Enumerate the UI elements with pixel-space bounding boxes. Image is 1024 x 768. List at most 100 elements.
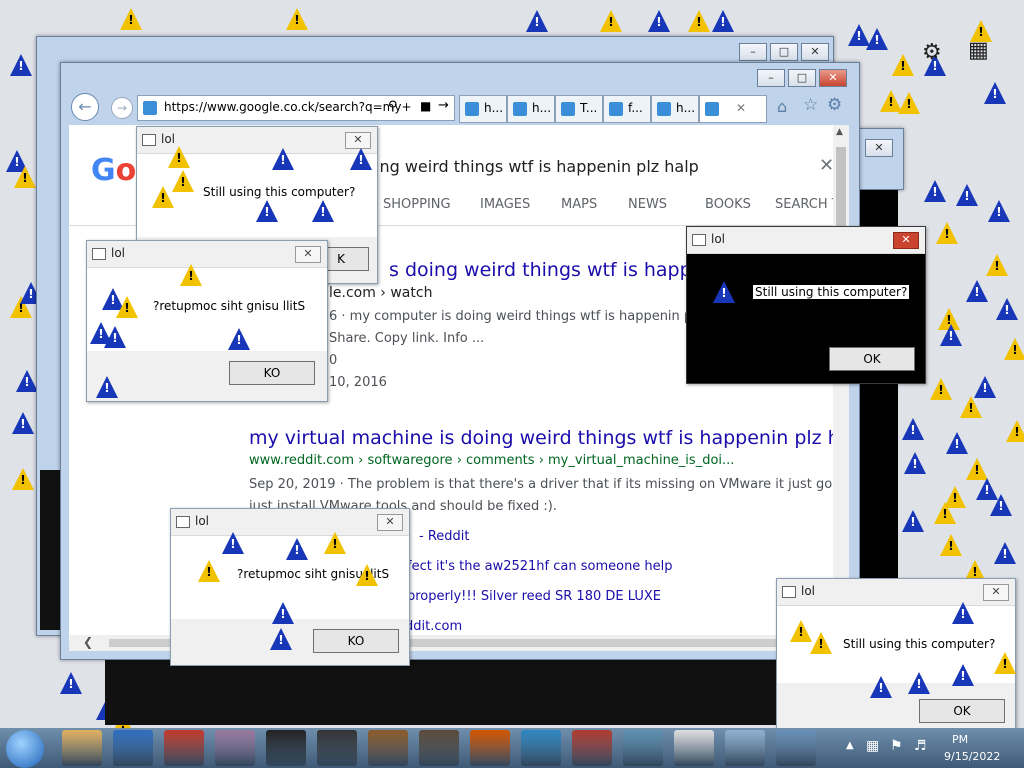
gear-icon[interactable]: ⚙ <box>922 40 942 65</box>
maximize-button[interactable]: □ <box>788 69 816 87</box>
tab[interactable]: f... <box>603 95 651 123</box>
warning-icon: ! <box>974 376 996 398</box>
ok-button[interactable]: KO <box>229 361 315 385</box>
tab-news[interactable]: NEWS <box>628 197 667 212</box>
result-title[interactable]: s doing weird things wtf is happenin <box>389 259 733 281</box>
result-date: 10, 2016 <box>329 375 387 390</box>
message-dialog-dark: lol ✕ ! Still using this computer? OK <box>686 226 926 384</box>
calculator3-taskbar-icon[interactable] <box>776 730 816 766</box>
control-panel-taskbar-icon[interactable] <box>623 730 663 766</box>
result-snippet: Sep 20, 2019 · The problem is that there… <box>249 477 833 492</box>
warning-icon: ! <box>908 672 930 694</box>
warning-icon: ! <box>272 148 294 170</box>
show-hidden-icons-arrow[interactable]: ▲ <box>846 740 854 751</box>
minimize-button[interactable]: – <box>739 43 767 61</box>
dialog-title: lol <box>801 584 816 598</box>
warning-icon: ! <box>168 146 190 168</box>
7zip-taskbar-icon[interactable] <box>266 730 306 766</box>
start-button[interactable] <box>6 730 44 768</box>
window-app-icon <box>142 134 156 146</box>
tab-maps[interactable]: MAPS <box>561 197 597 212</box>
media-player-taskbar-icon[interactable] <box>113 730 153 766</box>
close-button[interactable]: ✕ <box>865 139 893 157</box>
result-url: le.com › watch <box>329 285 433 301</box>
related-link[interactable]: - Reddit <box>419 529 469 544</box>
tab-images[interactable]: IMAGES <box>480 197 530 212</box>
result-title[interactable]: my virtual machine is doing weird things… <box>249 427 833 449</box>
dialog-message: Still using this computer? <box>203 185 356 199</box>
dialog-close-button[interactable]: ✕ <box>377 514 403 531</box>
ok-button[interactable]: KO <box>313 629 399 653</box>
flag-icon[interactable]: ⚑ <box>890 738 903 754</box>
ie-taskbar-icon[interactable] <box>521 730 561 766</box>
calculator2-taskbar-icon[interactable] <box>725 730 765 766</box>
ok-button[interactable]: OK <box>829 347 915 371</box>
tab-shopping[interactable]: SHOPPING <box>383 197 451 212</box>
chrome-taskbar-icon[interactable] <box>164 730 204 766</box>
dialog-close-button[interactable]: ✕ <box>345 132 371 149</box>
tab[interactable]: h... <box>651 95 699 123</box>
tab-close-icon[interactable]: ✕ <box>736 96 746 121</box>
warning-icon: ! <box>988 200 1010 222</box>
tab-books[interactable]: BOOKS <box>705 197 751 212</box>
minimize-button[interactable]: – <box>757 69 785 87</box>
search-query[interactable]: ing weird things wtf is happenin plz hal… <box>375 157 699 176</box>
scroll-left-arrow[interactable]: ❮ <box>83 635 93 649</box>
warning-icon: ! <box>12 468 34 490</box>
address-bar[interactable]: https://www.google.co.ck/search?q=my+ ⚲ … <box>137 95 455 121</box>
tab[interactable]: h... <box>507 95 555 123</box>
tab[interactable]: T... <box>555 95 603 123</box>
warning-icon: ! <box>994 652 1016 674</box>
warning-icon: ! <box>648 10 670 32</box>
warning-icon: ! <box>870 676 892 698</box>
tab-search-tools[interactable]: SEARCH T <box>775 197 833 212</box>
explorer-taskbar-icon[interactable] <box>62 730 102 766</box>
firefox-taskbar-icon[interactable] <box>470 730 510 766</box>
dialog-close-button[interactable]: ✕ <box>893 232 919 249</box>
book-taskbar-icon[interactable] <box>368 730 408 766</box>
close-button[interactable]: ✕ <box>801 43 829 61</box>
back-button[interactable]: ← <box>71 93 99 121</box>
paint-taskbar-icon[interactable] <box>215 730 255 766</box>
app-taskbar-icon[interactable] <box>572 730 612 766</box>
app-grid-icon[interactable]: ▦ <box>968 38 989 63</box>
volume-icon[interactable]: ♬ <box>914 738 927 754</box>
clock-time[interactable]: PM <box>952 733 968 746</box>
warning-icon: ! <box>940 534 962 556</box>
clear-search-icon[interactable]: ✕ <box>819 155 833 176</box>
home-icon[interactable]: ⌂ <box>777 97 787 116</box>
go-arrow-icon[interactable]: → <box>438 98 449 113</box>
result-snippet: 6 · my computer is doing weird things wt… <box>329 309 715 324</box>
maximize-button[interactable]: □ <box>770 43 798 61</box>
tab[interactable]: h... <box>459 95 507 123</box>
clock-date[interactable]: 9/15/2022 <box>944 750 1000 763</box>
warning-icon: ! <box>526 10 548 32</box>
warning-icon: ! <box>946 432 968 454</box>
warning-icon: ! <box>902 510 924 532</box>
dialog-close-button[interactable]: ✕ <box>295 246 321 263</box>
message-dialog: lol ✕ Still using this computer? OK <box>776 578 1016 730</box>
settings-gear-icon[interactable]: ⚙ <box>827 95 842 115</box>
related-link[interactable]: fect it's the aw2521hf can someone help <box>407 559 673 574</box>
tab-active[interactable]: ✕ <box>699 95 767 123</box>
warning-icon: ! <box>356 564 378 586</box>
close-button[interactable]: ✕ <box>819 69 847 87</box>
scroll-thumb[interactable] <box>836 147 846 237</box>
calculator-taskbar-icon[interactable] <box>419 730 459 766</box>
warning-icon: ! <box>120 8 142 30</box>
notepad-taskbar-icon[interactable] <box>674 730 714 766</box>
related-link[interactable]: properly!!! Silver reed SR 180 DE LUXE <box>407 589 661 604</box>
ok-button[interactable]: OK <box>919 699 1005 723</box>
cmd-taskbar-icon[interactable] <box>317 730 357 766</box>
message-dialog: lol ✕ ?retupmoc siht gnisu llitS KO <box>86 240 328 402</box>
warning-icon: ! <box>960 396 982 418</box>
scroll-up-arrow[interactable]: ▲ <box>836 127 843 137</box>
related-link[interactable]: ddit.com <box>405 619 462 634</box>
forward-button[interactable]: → <box>111 97 133 119</box>
search-icon[interactable]: ⚲ <box>388 99 398 114</box>
favorites-star-icon[interactable]: ☆ <box>803 95 818 115</box>
address-url: https://www.google.co.ck/search?q=my+ <box>164 100 412 114</box>
dialog-close-button[interactable]: ✕ <box>983 584 1009 601</box>
dialog-title: lol <box>111 246 126 260</box>
network-icon[interactable]: ▦ <box>866 738 879 754</box>
